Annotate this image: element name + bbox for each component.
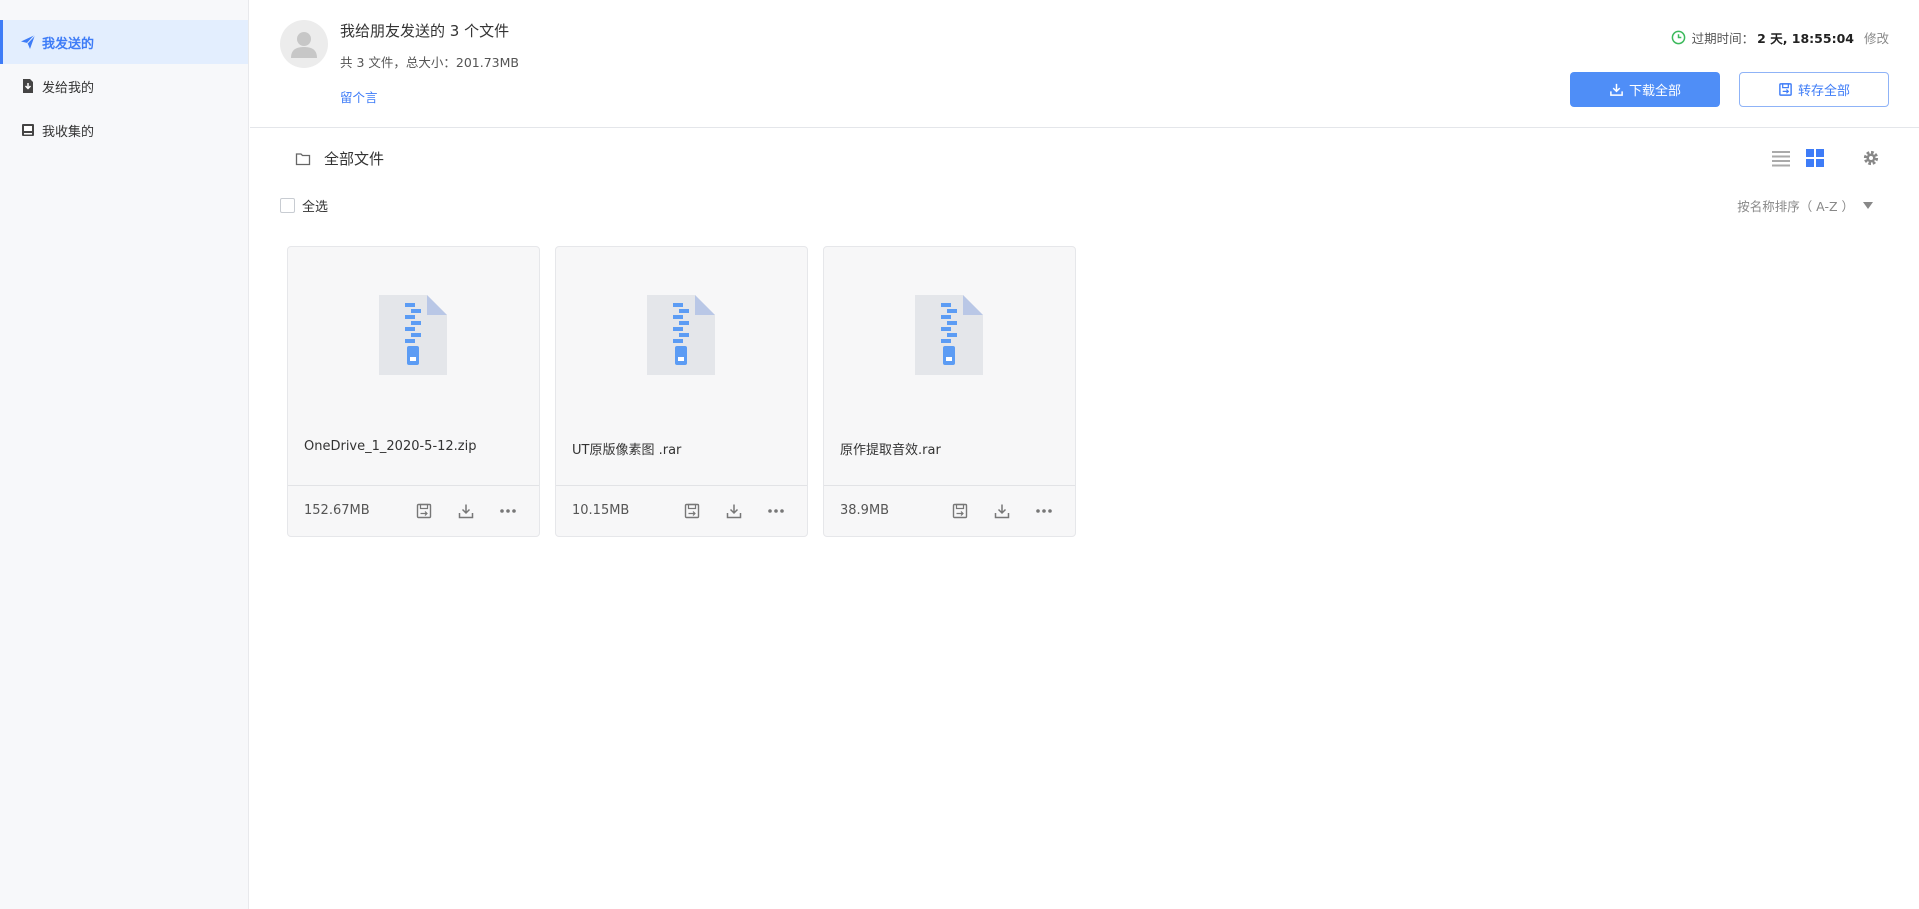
send-icon — [20, 34, 36, 50]
caret-down-icon — [1862, 200, 1874, 212]
file-grid: OneDrive_1_2020-5-12.zip 152.67MB UT原版像素… — [287, 246, 1091, 537]
download-icon[interactable] — [991, 500, 1013, 522]
download-all-label: 下载全部 — [1628, 84, 1681, 99]
save-file-icon[interactable] — [681, 500, 703, 522]
more-icon[interactable] — [1033, 500, 1055, 522]
file-preview: 原作提取音效.rar — [824, 247, 1075, 487]
list-view-icon[interactable] — [1771, 148, 1791, 168]
file-summary: 共 3 文件，总大小：201.73MB — [340, 55, 519, 70]
sort-label: 按名称排序（ A-Z ） — [1737, 199, 1854, 214]
archive-file-icon — [647, 295, 715, 375]
card-actions — [393, 500, 519, 522]
select-all-checkbox[interactable]: 全选 — [280, 196, 328, 215]
file-card[interactable]: 原作提取音效.rar 38.9MB — [823, 246, 1076, 537]
save-file-icon[interactable] — [413, 500, 435, 522]
expiry-info: 过期时间： 2 天, 18:55:04 修改 — [1671, 28, 1889, 47]
select-all-label: 全选 — [302, 200, 329, 215]
file-size: 10.15MB — [572, 503, 630, 518]
page-title: 我给朋友发送的 3 个文件 — [340, 22, 510, 40]
user-icon — [291, 32, 317, 58]
archive-file-icon — [915, 295, 983, 375]
share-header: 我给朋友发送的 3 个文件 共 3 文件，总大小：201.73MB 留个言 过期… — [250, 0, 1919, 128]
file-name[interactable]: OneDrive_1_2020-5-12.zip — [304, 439, 477, 454]
card-footer: 38.9MB — [824, 485, 1075, 536]
folder-title[interactable]: 全部文件 — [324, 148, 384, 169]
save-all-label: 转存全部 — [1797, 84, 1850, 99]
file-name[interactable]: UT原版像素图 .rar — [572, 439, 681, 458]
sort-dropdown[interactable]: 按名称排序（ A-Z ） — [1737, 196, 1874, 215]
clock-icon — [1671, 30, 1686, 45]
expiry-label: 过期时间： — [1691, 31, 1755, 46]
card-actions — [929, 500, 1055, 522]
save-all-button[interactable]: 转存全部 — [1739, 72, 1889, 107]
grid-view-icon[interactable] — [1805, 148, 1825, 168]
card-actions — [661, 500, 787, 522]
view-controls — [1771, 148, 1881, 168]
leave-message-link[interactable]: 留个言 — [340, 87, 378, 106]
file-preview: UT原版像素图 .rar — [556, 247, 807, 487]
sidebar-item-sent[interactable]: 我发送的 — [0, 20, 248, 64]
archive-file-icon — [379, 295, 447, 375]
checkbox[interactable] — [280, 198, 295, 213]
inbox-download-icon — [20, 78, 36, 94]
sidebar: 我发送的 发给我的 我收集的 — [0, 0, 249, 909]
expiry-value: 2 天, 18:55:04 — [1757, 31, 1854, 46]
sidebar-item-collected[interactable]: 我收集的 — [0, 108, 248, 152]
download-all-button[interactable]: 下载全部 — [1570, 72, 1720, 107]
file-size: 38.9MB — [840, 503, 890, 518]
save-icon — [1778, 82, 1793, 97]
sidebar-item-label: 我收集的 — [42, 124, 95, 140]
avatar[interactable] — [280, 20, 328, 68]
sidebar-item-label: 发给我的 — [42, 80, 95, 96]
breadcrumb: 全部文件 — [295, 148, 384, 169]
file-toolbar: 全部文件 — [250, 128, 1919, 188]
download-icon — [1609, 82, 1624, 97]
file-name[interactable]: 原作提取音效.rar — [840, 439, 941, 458]
file-preview: OneDrive_1_2020-5-12.zip — [288, 247, 539, 487]
sidebar-item-received[interactable]: 发给我的 — [0, 64, 248, 108]
tray-icon — [20, 122, 36, 138]
download-icon[interactable] — [455, 500, 477, 522]
file-card[interactable]: OneDrive_1_2020-5-12.zip 152.67MB — [287, 246, 540, 537]
card-footer: 152.67MB — [288, 485, 539, 536]
file-card[interactable]: UT原版像素图 .rar 10.15MB — [555, 246, 808, 537]
sidebar-item-label: 我发送的 — [42, 36, 95, 52]
app-window: 我发送的 发给我的 我收集的 我给朋友发送的 3 个文件 共 3 文件，总大小：… — [0, 0, 1919, 909]
select-bar: 全选 按名称排序（ A-Z ） — [250, 188, 1919, 228]
folder-icon — [295, 151, 311, 167]
more-icon[interactable] — [497, 500, 519, 522]
modify-expiry-link[interactable]: 修改 — [1864, 28, 1889, 47]
gear-icon[interactable] — [1861, 148, 1881, 168]
save-file-icon[interactable] — [949, 500, 971, 522]
card-footer: 10.15MB — [556, 485, 807, 536]
file-size: 152.67MB — [304, 503, 370, 518]
download-icon[interactable] — [723, 500, 745, 522]
main-panel: 我给朋友发送的 3 个文件 共 3 文件，总大小：201.73MB 留个言 过期… — [250, 0, 1919, 909]
more-icon[interactable] — [765, 500, 787, 522]
